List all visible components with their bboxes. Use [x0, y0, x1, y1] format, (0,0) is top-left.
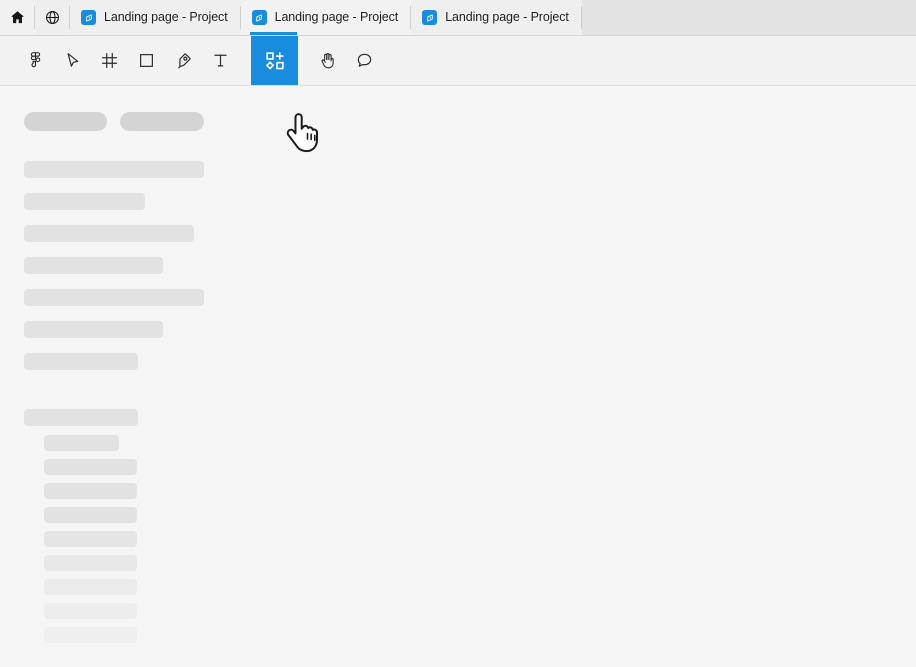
tab-label: Landing page - Project	[104, 11, 228, 24]
skeleton-bar	[44, 507, 137, 523]
pen-tool-button[interactable]	[165, 36, 202, 85]
skeleton-bar	[44, 555, 137, 571]
hand-icon	[318, 51, 337, 70]
skeleton-bar	[24, 321, 163, 338]
skeleton-bar	[24, 161, 204, 178]
explore-button[interactable]	[35, 0, 70, 35]
hand-tool-button[interactable]	[309, 36, 346, 85]
skeleton-bar	[44, 435, 119, 451]
design-canvas[interactable]	[0, 86, 916, 666]
figma-file-icon	[252, 10, 267, 25]
tab-landing-page-3[interactable]: Landing page - Project	[411, 0, 582, 35]
figma-file-icon	[81, 10, 96, 25]
tab-landing-page-2[interactable]: Landing page - Project	[241, 0, 412, 35]
skeleton-pill	[24, 112, 107, 131]
skeleton-pill	[120, 112, 204, 131]
active-tool-indicator	[250, 32, 297, 35]
frame-tool-button[interactable]	[91, 36, 128, 85]
actions-tool-button[interactable]	[251, 36, 298, 85]
skeleton-bar	[44, 579, 137, 595]
actions-plus-icon	[264, 50, 286, 72]
figma-menu-button[interactable]	[17, 36, 54, 85]
rectangle-icon	[137, 51, 156, 70]
pen-icon	[174, 51, 193, 70]
editor-toolbar	[0, 36, 916, 86]
skeleton-bar	[44, 531, 137, 547]
comment-icon	[355, 51, 374, 70]
skeleton-bar	[44, 483, 137, 499]
shape-tool-button[interactable]	[128, 36, 165, 85]
browser-tab-bar: Landing page - Project Landing page - Pr…	[0, 0, 916, 36]
skeleton-bar	[24, 409, 138, 426]
tab-landing-page-1[interactable]: Landing page - Project	[70, 0, 241, 35]
move-tool-button[interactable]	[54, 36, 91, 85]
skeleton-bar	[44, 627, 137, 643]
skeleton-bar	[44, 603, 137, 619]
globe-icon	[44, 9, 61, 26]
skeleton-bar	[24, 289, 204, 306]
skeleton-bar	[24, 193, 145, 210]
skeleton-bar	[44, 459, 137, 475]
cursor-arrow-icon	[63, 51, 82, 70]
frame-icon	[100, 51, 119, 70]
tab-label: Landing page - Project	[275, 11, 399, 24]
skeleton-bar	[24, 225, 194, 242]
text-tool-button[interactable]	[202, 36, 239, 85]
tab-strip: Landing page - Project Landing page - Pr…	[70, 0, 582, 35]
home-icon	[9, 9, 26, 26]
skeleton-bar	[24, 353, 138, 370]
tab-label: Landing page - Project	[445, 11, 569, 24]
comment-tool-button[interactable]	[346, 36, 383, 85]
text-t-icon	[211, 51, 230, 70]
figma-logo-icon	[26, 51, 45, 70]
home-button[interactable]	[0, 0, 35, 35]
skeleton-bar	[24, 257, 163, 274]
figma-file-icon	[422, 10, 437, 25]
